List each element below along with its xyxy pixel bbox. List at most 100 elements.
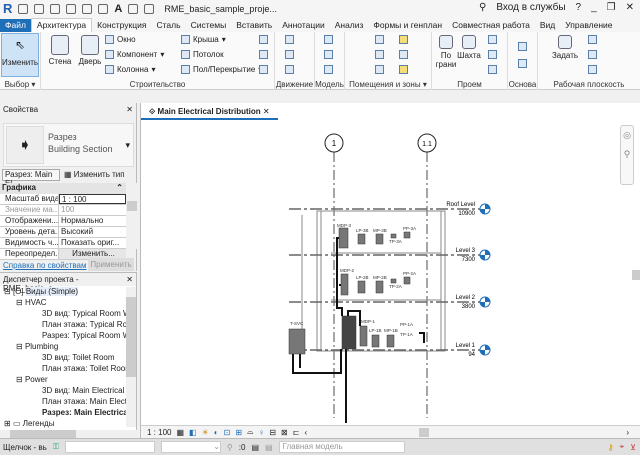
room-icon[interactable] xyxy=(375,35,384,44)
ceiling-button[interactable]: Потолок xyxy=(181,50,224,59)
category-graphics[interactable]: Графика ⌃ xyxy=(0,183,126,194)
level-icon[interactable] xyxy=(518,42,527,51)
tab-insert[interactable]: Вставить xyxy=(231,19,277,32)
select-dropdown[interactable]: Выбор ▾ xyxy=(0,80,40,89)
datum-tools[interactable] xyxy=(518,42,527,68)
property-value[interactable]: Нормально xyxy=(59,216,126,226)
column-button[interactable]: Колонна ▾ xyxy=(105,65,155,74)
tag-room-icon[interactable] xyxy=(399,35,408,44)
tab-annotate[interactable]: Аннотации xyxy=(277,19,330,32)
viewer-icon[interactable] xyxy=(588,65,597,74)
visual-style-icon[interactable]: ◧ xyxy=(189,428,197,437)
tab-massing[interactable]: Формы и генплан xyxy=(368,19,447,32)
set-button[interactable]: Задать xyxy=(550,32,580,60)
scroll-left[interactable]: ‹ xyxy=(304,428,307,437)
filter-icon[interactable]: ⊻ xyxy=(630,443,636,452)
tree-item[interactable]: План этажа: Toilet Room xyxy=(0,363,136,374)
tree-item-active[interactable]: Разрез: Main Electrical D xyxy=(0,407,136,418)
by-face-button[interactable]: По грани xyxy=(434,32,458,69)
reveal-hidden-icon[interactable]: ♀ xyxy=(258,428,264,437)
level-0[interactable]: Roof Level 10900 xyxy=(289,202,491,217)
window-button[interactable]: Окно xyxy=(105,35,136,44)
tab-manage[interactable]: Управление xyxy=(560,19,617,32)
mullion-icon[interactable] xyxy=(259,65,268,74)
door-button[interactable]: Дверь xyxy=(77,32,103,66)
crop-view-icon[interactable]: ⊡ xyxy=(224,428,231,437)
property-value[interactable]: 1 : 100 xyxy=(59,194,126,204)
room-separator-icon[interactable] xyxy=(375,50,384,59)
vertical-scrollbar[interactable] xyxy=(632,125,640,423)
shadows-icon[interactable]: ◐ xyxy=(214,428,219,437)
level-1[interactable]: Level 3 7300 xyxy=(289,248,491,263)
constraints-icon[interactable]: ⊏ xyxy=(293,428,300,437)
measure-icon[interactable] xyxy=(98,3,109,14)
view-scale[interactable]: 1 : 100 xyxy=(147,428,171,437)
grid-head-1-1[interactable]: 1.1 xyxy=(417,133,437,153)
design-options-icon[interactable]: ▤ xyxy=(251,443,259,452)
ref-plane-icon[interactable] xyxy=(588,50,597,59)
help-icon[interactable]: ? xyxy=(576,2,582,13)
area-icon[interactable] xyxy=(375,65,384,74)
main-model-dropdown[interactable]: Главная модель xyxy=(278,441,405,453)
tree-item[interactable]: 3D вид: Toilet Room xyxy=(0,352,136,363)
property-row[interactable]: Видимость ч... Показать ориг... xyxy=(0,238,126,249)
property-row[interactable]: Отображени... Нормально xyxy=(0,216,126,227)
tree-node-views[interactable]: ⊟ [O] Виды (Simple) xyxy=(0,286,136,297)
level-2[interactable]: Level 2 3800 xyxy=(289,295,491,310)
component-button[interactable]: Компонент ▾ xyxy=(105,50,164,59)
property-value[interactable]: Показать ориг... xyxy=(59,238,126,248)
room-tools[interactable] xyxy=(375,35,384,74)
analytical-model-icon[interactable]: ⊠ xyxy=(281,428,288,437)
instance-filter[interactable]: Разрез: Main El ⌄ xyxy=(2,169,60,188)
ramp-icon[interactable] xyxy=(285,50,294,59)
model-tools[interactable] xyxy=(324,35,333,74)
stair-icon[interactable] xyxy=(285,65,294,74)
shaft-button[interactable]: Шахта xyxy=(456,32,482,60)
close-button[interactable]: ✕ xyxy=(626,2,634,13)
curtain-system-icon[interactable] xyxy=(259,35,268,44)
model-line-icon[interactable] xyxy=(324,50,333,59)
minimize-button[interactable]: _ xyxy=(591,2,597,13)
tag-area-icon[interactable] xyxy=(399,65,408,74)
exclude-options-icon[interactable]: ▤ xyxy=(265,443,273,452)
model-text-icon[interactable] xyxy=(324,35,333,44)
undo-icon[interactable] xyxy=(50,3,61,14)
wall-opening-icon[interactable] xyxy=(488,35,497,44)
tree-node-legends[interactable]: ⊞ ▭ Легенды xyxy=(0,418,136,429)
drawing-area[interactable]: ⟐ Main Electrical Distribution ✕ 1 1.1 R… xyxy=(140,103,640,438)
tab-analyze[interactable]: Анализ xyxy=(330,19,369,32)
vertical-opening-icon[interactable] xyxy=(488,50,497,59)
save-icon[interactable] xyxy=(34,3,45,14)
edit-type-button[interactable]: ▦ Изменить тип xyxy=(64,170,125,179)
roof-button[interactable]: Крыша ▾ xyxy=(181,35,226,44)
tree-item[interactable]: План этажа: Typical Room xyxy=(0,319,136,330)
worksets-icon[interactable]: ⚿ xyxy=(53,442,59,452)
signin-button[interactable]: Вход в службы xyxy=(496,2,565,13)
hide-isolate-icon[interactable]: ⌓ xyxy=(247,427,253,437)
text-icon[interactable]: A xyxy=(114,3,122,15)
tree-node-power[interactable]: ⊟ Power xyxy=(0,374,136,385)
show-workplane-icon[interactable] xyxy=(588,35,597,44)
detail-level-icon[interactable]: ▦ xyxy=(176,428,184,437)
floor-button[interactable]: Пол/Перекрытие ▾ xyxy=(181,65,262,74)
tree-node-plumbing[interactable]: ⊟ Plumbing xyxy=(0,341,136,352)
search-icon[interactable]: ⚲ xyxy=(479,2,486,13)
print-icon[interactable] xyxy=(82,3,93,14)
open-icon[interactable] xyxy=(18,3,29,14)
show-crop-icon[interactable]: ⊞ xyxy=(235,428,242,437)
design-option-dropdown[interactable]: ⌄ xyxy=(160,441,221,453)
properties-scrollbar[interactable] xyxy=(127,183,137,249)
railing-icon[interactable] xyxy=(285,35,294,44)
section-icon[interactable] xyxy=(144,3,155,14)
type-selector[interactable]: ➧ Разрез Building Section ▾ xyxy=(3,123,134,167)
tab-architecture[interactable]: Архитектура xyxy=(30,18,93,32)
3d-view-icon[interactable] xyxy=(128,3,139,14)
tab-steel[interactable]: Сталь xyxy=(152,19,186,32)
tree-item[interactable]: Разрез: Typical Room WS xyxy=(0,330,136,341)
tab-file[interactable]: Файл xyxy=(0,19,31,32)
close-icon[interactable]: ✕ xyxy=(126,275,133,284)
horizontal-scrollbar-thumb[interactable] xyxy=(419,428,429,437)
dormer-icon[interactable] xyxy=(488,65,497,74)
property-row[interactable]: Уровень дета... Высокий xyxy=(0,227,126,238)
select-pinned-icon[interactable]: ⌖ xyxy=(620,442,625,452)
